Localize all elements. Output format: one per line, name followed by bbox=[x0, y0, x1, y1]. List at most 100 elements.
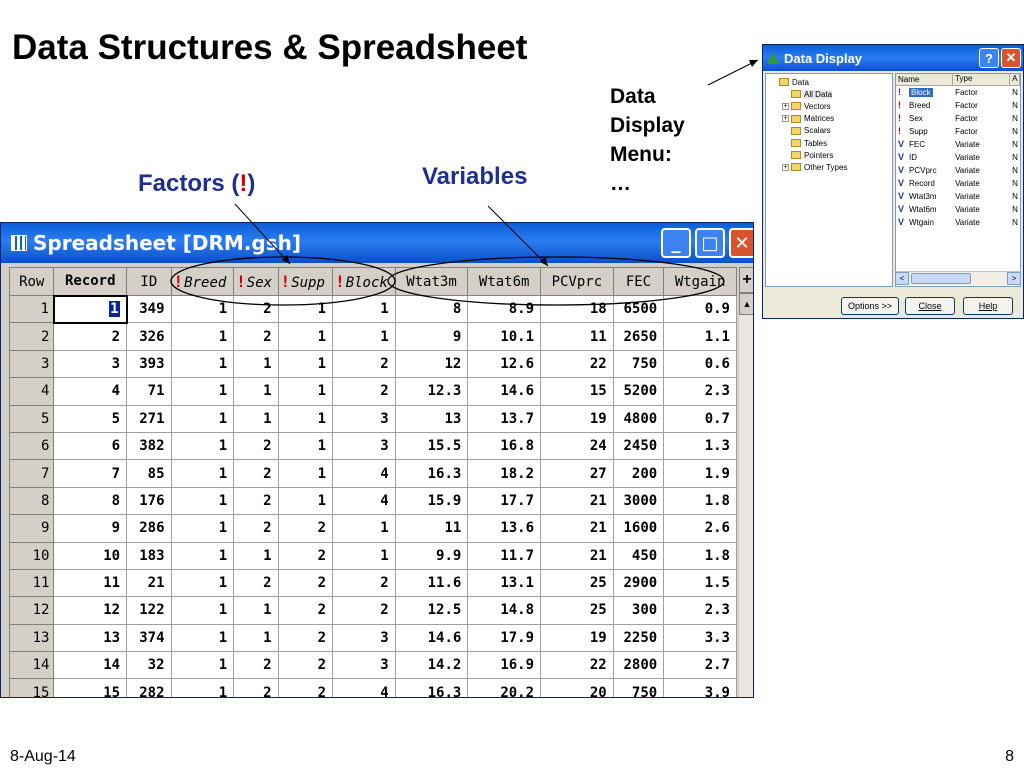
table-cell[interactable]: 2 bbox=[277, 568, 334, 598]
table-cell[interactable]: 2 bbox=[53, 322, 128, 351]
table-cell[interactable]: 11.6 bbox=[394, 568, 469, 598]
table-cell[interactable]: 286 bbox=[126, 514, 172, 543]
row-header[interactable]: 9 bbox=[8, 514, 55, 543]
row-header[interactable]: 4 bbox=[8, 377, 55, 406]
table-cell[interactable]: 2 bbox=[332, 568, 396, 598]
table-cell[interactable]: 2 bbox=[233, 568, 279, 598]
table-cell[interactable]: 20.2 bbox=[467, 678, 542, 697]
list-item[interactable]: V Record Variate N bbox=[896, 177, 1020, 190]
row-header[interactable]: 8 bbox=[8, 486, 55, 516]
tree-expander[interactable]: + bbox=[782, 163, 789, 171]
table-cell[interactable]: 71 bbox=[126, 377, 172, 406]
table-cell[interactable]: 16.8 bbox=[467, 431, 542, 461]
table-cell[interactable]: 2.7 bbox=[663, 651, 737, 680]
table-cell[interactable]: 27 bbox=[540, 459, 614, 488]
table-cell[interactable]: 32 bbox=[126, 651, 172, 680]
tree-item-matrices[interactable]: + Matrices bbox=[766, 113, 892, 125]
table-cell[interactable]: 2 bbox=[332, 596, 396, 625]
scroll-left-arrow[interactable]: < bbox=[895, 272, 909, 285]
table-cell[interactable]: 8 bbox=[53, 486, 128, 516]
table-cell[interactable]: 12.5 bbox=[394, 596, 469, 625]
table-cell[interactable]: 1 bbox=[170, 349, 235, 379]
table-cell[interactable]: 2.6 bbox=[663, 514, 737, 543]
table-cell[interactable]: 13.6 bbox=[467, 514, 542, 543]
column-header-record[interactable]: Record bbox=[53, 267, 128, 296]
table-cell[interactable]: 1 bbox=[170, 459, 235, 488]
table-cell[interactable]: 1 bbox=[233, 404, 279, 433]
column-header-fec[interactable]: FEC bbox=[612, 267, 665, 296]
column-header-block[interactable]: !Block bbox=[332, 267, 396, 296]
table-cell[interactable]: 1 bbox=[170, 377, 235, 406]
table-cell[interactable]: 2 bbox=[233, 322, 279, 351]
tree-item-vectors[interactable]: + Vectors bbox=[766, 100, 892, 112]
table-cell[interactable]: 11 bbox=[53, 568, 128, 598]
row-header[interactable]: 2 bbox=[8, 322, 55, 351]
row-header[interactable]: 6 bbox=[8, 431, 55, 461]
column-header-wtat6m[interactable]: Wtat6m bbox=[467, 267, 542, 296]
table-cell[interactable]: 25 bbox=[540, 568, 614, 598]
tree-expander[interactable] bbox=[782, 152, 789, 159]
selected-cell[interactable]: 1 bbox=[52, 294, 128, 324]
table-cell[interactable]: 374 bbox=[126, 623, 172, 653]
table-cell[interactable]: 1 bbox=[233, 623, 279, 653]
list-item[interactable]: ! Breed Factor N bbox=[896, 99, 1020, 112]
table-cell[interactable]: 22 bbox=[540, 349, 614, 379]
table-cell[interactable]: 1 bbox=[170, 651, 235, 680]
table-cell[interactable]: 750 bbox=[612, 349, 665, 379]
scroll-up-arrow[interactable]: ▲ bbox=[739, 293, 753, 315]
table-cell[interactable]: 3000 bbox=[612, 486, 665, 516]
table-cell[interactable]: 2450 bbox=[612, 431, 665, 461]
table-cell[interactable]: 1 bbox=[170, 541, 235, 570]
spreadsheet-titlebar[interactable]: Spreadsheet [DRM.gsh] _ □ ✕ bbox=[1, 223, 753, 263]
table-cell[interactable]: 282 bbox=[126, 678, 172, 697]
table-cell[interactable]: 2 bbox=[233, 651, 279, 680]
table-cell[interactable]: 1 bbox=[277, 404, 334, 433]
maximize-button[interactable]: □ bbox=[695, 228, 725, 258]
table-cell[interactable]: 2 bbox=[277, 651, 334, 680]
table-cell[interactable]: 326 bbox=[126, 322, 172, 351]
table-cell[interactable]: 1 bbox=[170, 596, 235, 625]
table-cell[interactable]: 183 bbox=[126, 541, 172, 570]
table-cell[interactable]: 122 bbox=[126, 596, 172, 625]
table-cell[interactable]: 12 bbox=[394, 349, 469, 379]
table-cell[interactable]: 3.3 bbox=[663, 623, 737, 653]
table-cell[interactable]: 13.7 bbox=[467, 404, 542, 433]
table-cell[interactable]: 1 bbox=[170, 623, 235, 653]
vertical-scrollbar[interactable]: + ▲ bbox=[739, 267, 753, 697]
row-header[interactable]: 1 bbox=[8, 294, 55, 324]
row-header[interactable]: 15 bbox=[8, 678, 55, 697]
row-header[interactable]: 12 bbox=[8, 596, 55, 625]
table-cell[interactable]: 1 bbox=[170, 404, 235, 433]
table-cell[interactable]: 0.6 bbox=[663, 349, 737, 379]
table-cell[interactable]: 1 bbox=[170, 514, 235, 543]
table-cell[interactable]: 3 bbox=[332, 431, 396, 461]
table-cell[interactable]: 21 bbox=[540, 541, 614, 570]
table-cell[interactable]: 750 bbox=[612, 678, 665, 697]
table-cell[interactable]: 5200 bbox=[612, 377, 665, 406]
table-cell[interactable]: 12.3 bbox=[394, 377, 469, 406]
table-cell[interactable]: 8 bbox=[394, 294, 469, 324]
horizontal-scrollbar[interactable]: < > bbox=[895, 271, 1021, 285]
table-cell[interactable]: 3 bbox=[332, 623, 396, 653]
table-cell[interactable]: 382 bbox=[126, 431, 172, 461]
table-cell[interactable]: 2 bbox=[277, 678, 334, 697]
table-cell[interactable]: 8.9 bbox=[467, 294, 542, 324]
list-header-a[interactable]: A bbox=[1010, 74, 1020, 85]
table-cell[interactable]: 1 bbox=[277, 322, 334, 351]
table-cell[interactable]: 3 bbox=[53, 349, 128, 379]
table-cell[interactable]: 16.3 bbox=[394, 459, 469, 488]
table-cell[interactable]: 2 bbox=[233, 486, 279, 516]
table-cell[interactable]: 1 bbox=[332, 294, 396, 324]
table-cell[interactable]: 15 bbox=[540, 377, 614, 406]
add-column-button[interactable]: + bbox=[739, 267, 753, 293]
list-item[interactable]: ! Block Factor N bbox=[896, 86, 1020, 99]
table-cell[interactable]: 1.8 bbox=[663, 541, 737, 570]
table-cell[interactable]: 2 bbox=[233, 459, 279, 488]
table-cell[interactable]: 1 bbox=[277, 349, 334, 379]
list-item[interactable]: V Wtat3m Variate N bbox=[896, 190, 1020, 203]
table-cell[interactable]: 5 bbox=[53, 404, 128, 433]
data-display-titlebar[interactable]: Data Display ? ✕ bbox=[763, 45, 1023, 71]
table-cell[interactable]: 2 bbox=[277, 541, 334, 570]
table-cell[interactable]: 4 bbox=[53, 377, 128, 406]
table-cell[interactable]: 21 bbox=[126, 568, 172, 598]
